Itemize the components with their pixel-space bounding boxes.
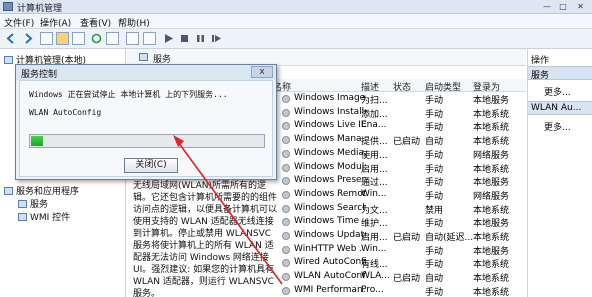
annotation-arrow <box>173 135 283 285</box>
arrow-line <box>177 141 283 285</box>
arrow-head <box>173 135 184 147</box>
